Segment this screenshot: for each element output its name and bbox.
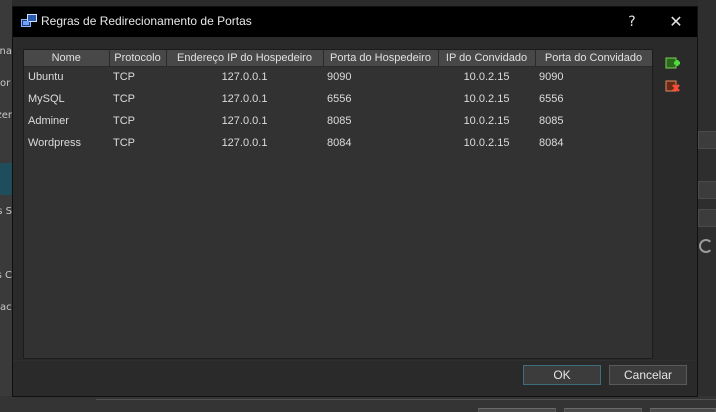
cell-name[interactable]: Adminer [24,110,109,132]
cell-protocol[interactable]: TCP [109,88,166,110]
cell-host-port[interactable]: 8084 [323,132,438,154]
column-header-host-ip[interactable]: Endereço IP do Hospedeiro [166,50,324,67]
cell-guest-port[interactable]: 9090 [535,66,652,88]
main-window-left-panel: na or zer s S s C ac [0,0,12,412]
dialog-title: Regras de Redirecionamento de Portas [41,14,252,28]
cell-guest-ip[interactable]: 10.0.2.15 [438,132,535,154]
cell-host-ip[interactable]: 127.0.0.1 [166,66,323,88]
cell-guest-ip[interactable]: 10.0.2.15 [438,110,535,132]
network-icon [21,14,37,27]
cell-host-port[interactable]: 8085 [323,110,438,132]
cell-host-ip[interactable]: 127.0.0.1 [166,132,323,154]
table-row[interactable]: MySQL TCP 127.0.0.1 6556 10.0.2.15 6556 [24,88,652,110]
add-rule-button[interactable] [665,55,681,71]
cell-guest-port[interactable]: 6556 [535,88,652,110]
bg-text-fragment: ac [0,302,12,313]
cell-host-port[interactable]: 9090 [323,66,438,88]
cell-name[interactable]: Wordpress [24,132,109,154]
column-header-guest-port[interactable]: Porta do Convidado [535,50,652,67]
table-row[interactable]: Wordpress TCP 127.0.0.1 8084 10.0.2.15 8… [24,132,652,154]
bg-text-fragment: na [0,46,12,57]
table-row[interactable]: Adminer TCP 127.0.0.1 8085 10.0.2.15 808… [24,110,652,132]
cell-guest-ip[interactable]: 10.0.2.15 [438,66,535,88]
ok-button[interactable]: OK [523,365,601,385]
bg-dropdown [698,131,716,149]
cancel-button[interactable]: Cancelar [609,365,687,385]
cell-name[interactable]: MySQL [24,88,109,110]
column-header-name[interactable]: Nome [24,50,110,67]
cell-name[interactable]: Ubuntu [24,66,109,88]
refresh-icon [699,239,713,253]
bg-dropdown [698,209,716,227]
column-header-host-port[interactable]: Porta do Hospedeiro [323,50,439,67]
cell-protocol[interactable]: TCP [109,66,166,88]
cell-guest-port[interactable]: 8084 [535,132,652,154]
bg-button [478,408,556,412]
main-window-right-panel [698,0,716,412]
cell-guest-port[interactable]: 8085 [535,110,652,132]
main-window-bottom [0,396,716,412]
cell-guest-ip[interactable]: 10.0.2.15 [438,88,535,110]
bg-text-fragment: s C [0,270,12,281]
bg-selected-item [0,163,12,195]
cell-protocol[interactable]: TCP [109,132,166,154]
dialog-titlebar[interactable]: Regras de Redirecionamento de Portas ? ✕ [13,7,697,37]
cell-host-ip[interactable]: 127.0.0.1 [166,110,323,132]
column-header-guest-ip[interactable]: IP do Convidado [438,50,536,67]
bg-text-fragment: or [0,78,11,89]
table-row[interactable]: Ubuntu TCP 127.0.0.1 9090 10.0.2.15 9090 [24,66,652,88]
help-button[interactable]: ? [617,11,647,33]
remove-rule-button[interactable] [665,79,681,95]
bg-button [650,408,716,412]
bg-dropdown [698,181,716,199]
table-header-row: Nome Protocolo Endereço IP do Hospedeiro… [24,50,652,67]
bg-text-fragment: zer [0,110,12,121]
bg-text-fragment: s S [0,206,12,217]
close-button[interactable]: ✕ [661,11,691,33]
port-forwarding-dialog: Regras de Redirecionamento de Portas ? ✕… [12,6,698,397]
cell-protocol[interactable]: TCP [109,110,166,132]
footer-divider [13,360,697,361]
cell-host-port[interactable]: 6556 [323,88,438,110]
port-rules-table[interactable]: Nome Protocolo Endereço IP do Hospedeiro… [23,49,653,359]
bg-button [564,408,642,412]
column-header-protocol[interactable]: Protocolo [109,50,167,67]
cell-host-ip[interactable]: 127.0.0.1 [166,88,323,110]
